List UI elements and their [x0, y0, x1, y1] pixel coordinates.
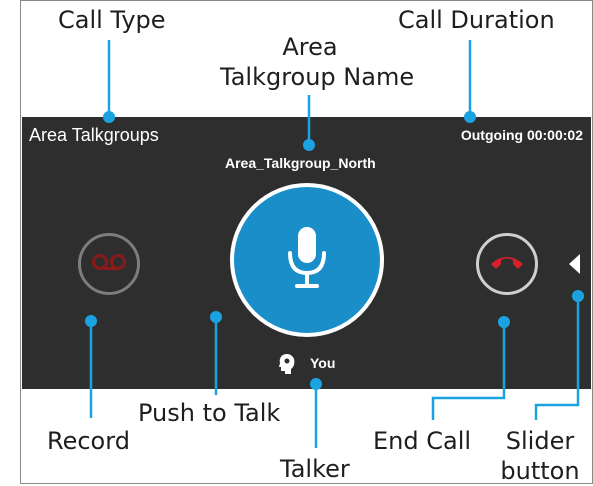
dot-record [85, 315, 97, 327]
dot-push-to-talk [210, 311, 222, 323]
dot-talkgroup-name [303, 139, 315, 151]
dot-call-type [103, 111, 115, 123]
dot-slider [572, 290, 584, 302]
callout-connectors [85, 40, 584, 448]
dot-end-call [498, 316, 510, 328]
dot-talker [310, 378, 322, 390]
dot-call-duration [464, 111, 476, 123]
